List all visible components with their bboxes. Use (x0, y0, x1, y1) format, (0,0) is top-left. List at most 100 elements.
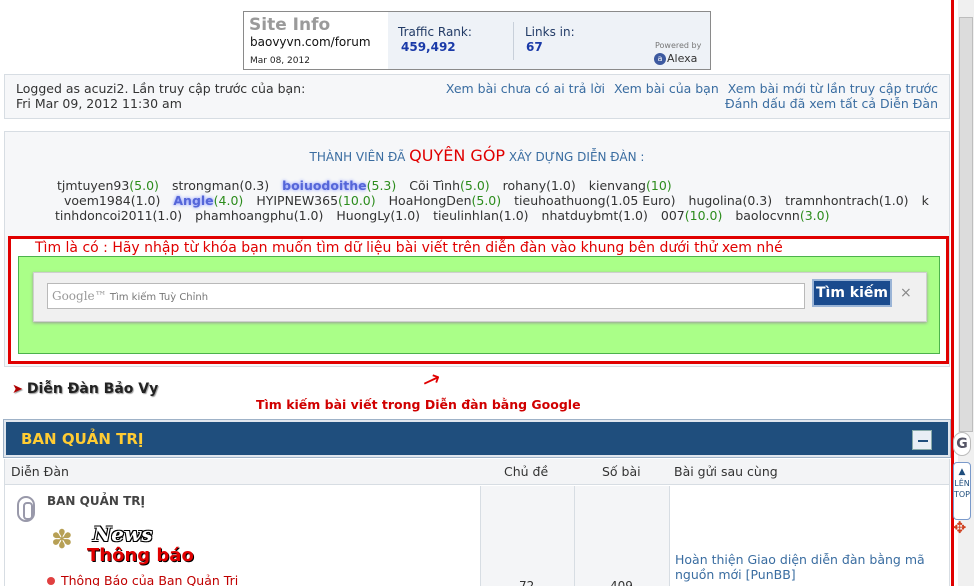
donor-entry[interactable]: HoaHongDen(5.0) (389, 193, 502, 208)
category-title[interactable]: BAN QUẢN TRỊ (21, 430, 144, 448)
donor-entry[interactable]: tieuhoathuong(1.05 Euro) (514, 193, 675, 208)
donor-name: tinhdoncoi2011 (55, 208, 153, 223)
donor-entry[interactable]: k (922, 193, 929, 208)
donor-entry[interactable]: HuongLy(1.0) (336, 208, 420, 223)
site-info-title: Site Info (249, 15, 331, 35)
divider (669, 486, 670, 586)
forum-brand[interactable]: ➤ Diễn Đàn Bảo Vy (12, 381, 158, 397)
news-logo-image[interactable]: ✽ News Thông báo (47, 521, 197, 569)
donor-name: rohany (502, 178, 547, 193)
donor-heading-pre: THÀNH VIÊN ĐÃ (309, 150, 406, 164)
google-badge-icon[interactable]: G (953, 432, 971, 456)
donor-name: Angle (173, 193, 214, 208)
donor-name: boiuodoithe (282, 178, 367, 193)
donor-amount: (4.0) (213, 193, 244, 208)
donor-heading-post: XÂY DỰNG DIỄN ĐÀN : (508, 150, 645, 164)
link-unanswered[interactable]: Xem bài chưa có ai trả lời (446, 81, 605, 96)
donor-amount: (5.3) (366, 178, 397, 193)
donor-entry[interactable]: hugolina(0.3) (689, 193, 773, 208)
search-area: Google™ Tìm kiếm Tuỳ Chỉnh Tìm kiếm × (18, 256, 940, 354)
donor-entry[interactable]: strongman(0.3) (172, 178, 269, 193)
donor-name: k (921, 193, 929, 208)
donor-name: 007 (660, 208, 685, 223)
donor-row-3: tinhdoncoi2011(1.0) phamhoangphu(1.0) Huon… (55, 208, 842, 223)
donor-amount: (5.0) (471, 193, 502, 208)
move-icon[interactable]: ✥ (953, 518, 966, 537)
donor-entry[interactable]: baolocvnn(3.0) (735, 208, 829, 223)
last-post-link[interactable]: Hoàn thiện Giao diện diễn đàn bằng mã ng… (675, 552, 941, 582)
donor-name: tramnhontrach (785, 193, 879, 208)
donor-entry[interactable]: rohany(1.0) (503, 178, 576, 193)
login-status: Logged as acuzi2. Lần truy cập trước của… (16, 81, 306, 111)
donor-entry[interactable]: phamhoangphu(1.0) (195, 208, 323, 223)
donor-amount: (3.0) (799, 208, 830, 223)
donor-amount: (10) (645, 178, 672, 193)
donor-entry[interactable]: boiuodoithe(5.3) (282, 178, 396, 193)
divider (574, 486, 575, 586)
donor-entry[interactable]: HYIPNEW365(10.0) (256, 193, 375, 208)
bullet-icon (47, 577, 55, 585)
alexa-site-info-widget[interactable]: Site Info baovyvn.com/forum Mar 08, 2012… (243, 11, 711, 70)
donor-amount: (0.3) (742, 193, 773, 208)
links-in-label: Links in: (525, 25, 575, 39)
donor-entry[interactable]: tinhdoncoi2011(1.0) (55, 208, 182, 223)
donor-row-1: tjmtuyen93(5.0) strongman(0.3) boiuodoithe… (57, 178, 685, 193)
site-url: baovyvn.com/forum (250, 35, 371, 49)
donor-row-2: voem1984(1.0) Angle(4.0) HYIPNEW365(10.0) H… (64, 193, 942, 208)
google-search-input[interactable]: Google™ Tìm kiếm Tuỳ Chỉnh (47, 283, 805, 309)
donor-amount: (1.0) (618, 208, 648, 223)
donor-entry[interactable]: tramnhontrach(1.0) (785, 193, 908, 208)
donor-entry[interactable]: 007(10.0) (661, 208, 722, 223)
link-your-posts[interactable]: Xem bài của bạn (614, 81, 719, 96)
search-placeholder: Tìm kiếm Tuỳ Chỉnh (109, 292, 209, 303)
traffic-rank-label: Traffic Rank: (398, 25, 472, 39)
search-instructions: Tìm là có : Hãy nhập từ khóa bạn muốn tì… (35, 240, 783, 256)
forum-table: Diễn Đàn Chủ đề Số bài Bài gửi sau cùng … (4, 459, 950, 586)
donor-entry[interactable]: voem1984(1.0) (64, 193, 160, 208)
close-icon[interactable]: × (900, 285, 912, 301)
tree-icon: ✽ (51, 525, 73, 555)
donor-amount: (1.0) (293, 208, 324, 223)
donor-name: strongman (171, 178, 240, 193)
donor-entry[interactable]: nhatduybmt(1.0) (542, 208, 648, 223)
arrow-icon: ➤ (12, 382, 23, 397)
column-posts: Số bài (602, 464, 641, 479)
powered-by-label: Powered by (655, 41, 702, 50)
donor-entry[interactable]: tjmtuyen93(5.0) (57, 178, 159, 193)
donor-entry[interactable]: tieulinhlan(1.0) (433, 208, 528, 223)
donor-amount: (0.3) (239, 178, 270, 193)
alexa-icon: a (654, 53, 666, 65)
traffic-panel: Traffic Rank: 459,492 Links in: 67 Power… (388, 12, 710, 69)
collapse-icon[interactable] (912, 430, 932, 450)
search-caption: Tìm kiếm bài viết trong Diễn đàn bằng Go… (256, 397, 581, 412)
donor-name: tieuhoathuong (514, 193, 606, 208)
donor-entry[interactable]: Cõi Tình(5.0) (409, 178, 489, 193)
donor-amount: (5.0) (129, 178, 159, 193)
back-to-top-button[interactable]: ▲ LÊN TOP (953, 462, 971, 520)
column-topics: Chủ đề (504, 464, 549, 479)
donor-amount: (10.0) (338, 193, 376, 208)
link-mark-read[interactable]: Đánh dấu đã xem tất cả Diễn Đàn (725, 96, 938, 111)
donor-name: tjmtuyen93 (57, 178, 130, 193)
donor-entry[interactable]: kienvang(10) (589, 178, 672, 193)
donor-amount: (1.0) (152, 208, 183, 223)
donor-amount: (10.0) (684, 208, 723, 223)
donor-amount: (1.0) (390, 208, 421, 223)
subforum-link[interactable]: Thông Báo của Ban Quản Trị (47, 573, 238, 586)
donor-amount: (1.0) (130, 193, 161, 208)
forum-title[interactable]: BAN QUẢN TRỊ (47, 494, 145, 508)
post-count: 409 (610, 579, 633, 586)
chevron-up-icon: ▲ (958, 467, 966, 477)
search-button[interactable]: Tìm kiếm (812, 279, 892, 307)
red-arrow-icon: ↗ (418, 365, 445, 396)
brand-label: Diễn Đàn Bảo Vy (26, 381, 159, 397)
link-new-posts[interactable]: Xem bài mới từ lần truy cập trước (728, 81, 938, 96)
donor-heading: THÀNH VIÊN ĐÃ QUYÊN GÓP XÂY DỰNG DIỄN ĐÀ… (5, 146, 949, 165)
scrollbar-thumb[interactable] (959, 17, 973, 432)
google-logo: Google™ (52, 289, 107, 303)
donor-amount: (1.0) (546, 178, 576, 193)
column-forum: Diễn Đàn (11, 464, 69, 479)
donor-name: HYIPNEW365 (256, 193, 339, 208)
donor-name: HuongLy (336, 208, 391, 223)
donor-entry[interactable]: Angle(4.0) (173, 193, 243, 208)
